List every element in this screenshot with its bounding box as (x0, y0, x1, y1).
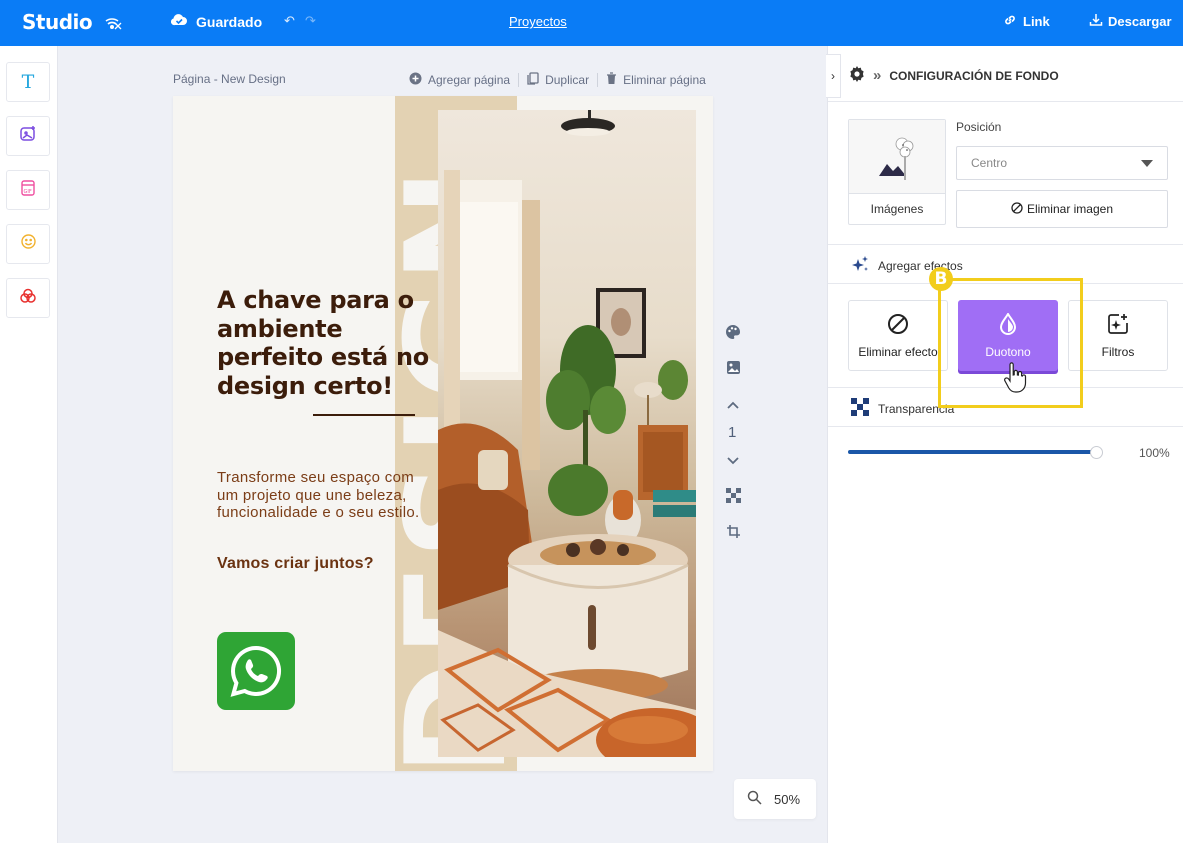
living-room-photo[interactable] (438, 110, 696, 757)
checker-icon (725, 488, 741, 508)
gif-icon: GIF (19, 179, 37, 202)
remove-effect-button[interactable]: Eliminar efecto (848, 300, 948, 371)
link-button-label: Link (1023, 14, 1050, 29)
crop-icon (726, 524, 741, 544)
plus-circle-icon (409, 72, 422, 88)
save-status-label: Guardado (196, 13, 263, 30)
divider (828, 101, 1183, 102)
double-chevron-icon: » (873, 67, 882, 84)
redo-icon[interactable]: ↷ (305, 13, 316, 29)
background-image-thumbnail[interactable]: Imágenes (848, 119, 946, 225)
gear-icon (849, 66, 865, 85)
download-button[interactable]: Descargar (1089, 13, 1172, 30)
text-tool[interactable]: T (6, 62, 50, 102)
link-icon (1003, 13, 1017, 30)
filters-icon (1107, 313, 1129, 338)
smiley-icon (20, 233, 37, 255)
add-page-button[interactable]: Agregar página (409, 72, 510, 88)
remove-effect-label: Eliminar efecto (858, 344, 938, 359)
ban-icon (1011, 201, 1023, 217)
image-tool[interactable] (6, 116, 50, 156)
palette-button[interactable] (723, 324, 743, 344)
annotation-badge: B (929, 267, 953, 291)
zoom-value: 50% (774, 791, 801, 807)
delete-page-label: Eliminar página (623, 73, 706, 87)
delete-page-button[interactable]: Eliminar página (606, 72, 706, 88)
transparency-button[interactable] (723, 488, 743, 508)
sparkles-icon (851, 255, 870, 277)
cloud-check-icon (170, 12, 188, 31)
page-title: Página - New Design (173, 72, 286, 86)
chevron-up-icon (726, 397, 740, 415)
brand-logo[interactable]: Studio (22, 10, 93, 34)
thumbnail-preview (849, 120, 945, 193)
link-button[interactable]: Link (1003, 13, 1050, 30)
ban-icon (887, 313, 909, 338)
background-image-button[interactable] (723, 360, 743, 380)
top-bar: Studio Guardado ↶ ↷ Proyectos Link Desca… (0, 0, 1183, 46)
trash-icon (606, 72, 617, 88)
undo-icon[interactable]: ↶ (284, 13, 295, 29)
image-icon (726, 360, 741, 380)
page-actions: Agregar página Duplicar Eliminar página (409, 72, 706, 88)
transparency-slider-handle[interactable] (1090, 446, 1103, 459)
divider (828, 244, 1183, 245)
headline-underline (313, 414, 415, 416)
caret-down-icon (1141, 160, 1153, 167)
whatsapp-icon[interactable] (217, 632, 295, 710)
checker-icon (851, 398, 870, 420)
panel-header-title: CONFIGURACIÓN DE FONDO (889, 68, 1059, 83)
hand-cursor-icon (1003, 362, 1027, 399)
text-icon: T (21, 71, 35, 93)
search-icon (747, 790, 762, 808)
position-value: Centro (971, 156, 1008, 170)
svg-text:GIF: GIF (24, 189, 32, 195)
duplicate-button[interactable]: Duplicar (527, 72, 589, 88)
download-button-label: Descargar (1108, 14, 1172, 29)
crop-button[interactable] (723, 524, 743, 544)
image-add-icon (19, 125, 37, 148)
duplicate-label: Duplicar (545, 73, 590, 87)
zoom-control[interactable]: 50% (734, 779, 816, 819)
save-status: Guardado (170, 12, 262, 31)
collapse-panel-button[interactable]: › (826, 54, 841, 98)
chevron-down-icon (726, 453, 740, 471)
images-label[interactable]: Imágenes (849, 193, 945, 224)
move-up-button[interactable] (723, 396, 743, 416)
filters-label: Filtros (1101, 344, 1135, 359)
body-text[interactable]: Transforme seu espaço com um projeto que… (217, 469, 422, 522)
cta-text[interactable]: Vamos criar juntos? (217, 555, 374, 573)
emoji-tool[interactable] (6, 224, 50, 264)
page-number: 1 (728, 424, 737, 441)
shapes-tool[interactable] (6, 278, 50, 318)
projects-link[interactable]: Proyectos (509, 14, 567, 29)
transparency-value: 100% (1139, 446, 1170, 460)
transparency-slider-track[interactable] (848, 450, 1098, 454)
delete-image-button[interactable]: Eliminar imagen (956, 190, 1168, 228)
headline-text[interactable]: A chave para o ambiente perfeito está no… (217, 286, 437, 400)
position-select[interactable]: Centro (956, 146, 1168, 180)
left-toolbar: T GIF (0, 46, 58, 843)
delete-image-label: Eliminar imagen (1026, 202, 1114, 216)
panel-header: » CONFIGURACIÓN DE FONDO (849, 66, 1059, 85)
divider (597, 73, 599, 87)
download-icon (1089, 13, 1103, 30)
signal-icon (103, 12, 123, 37)
gif-tool[interactable]: GIF (6, 170, 50, 210)
palette-icon (725, 324, 741, 345)
design-page[interactable]: DESIGN (173, 96, 713, 771)
circles-icon (19, 287, 37, 310)
position-label: Posición (956, 120, 1002, 134)
move-down-button[interactable] (723, 452, 743, 472)
chevron-right-icon: › (831, 69, 835, 83)
divider (518, 73, 520, 87)
divider (828, 426, 1183, 427)
copy-icon (527, 72, 539, 88)
filters-button[interactable]: Filtros (1068, 300, 1168, 371)
add-page-label: Agregar página (428, 73, 511, 87)
